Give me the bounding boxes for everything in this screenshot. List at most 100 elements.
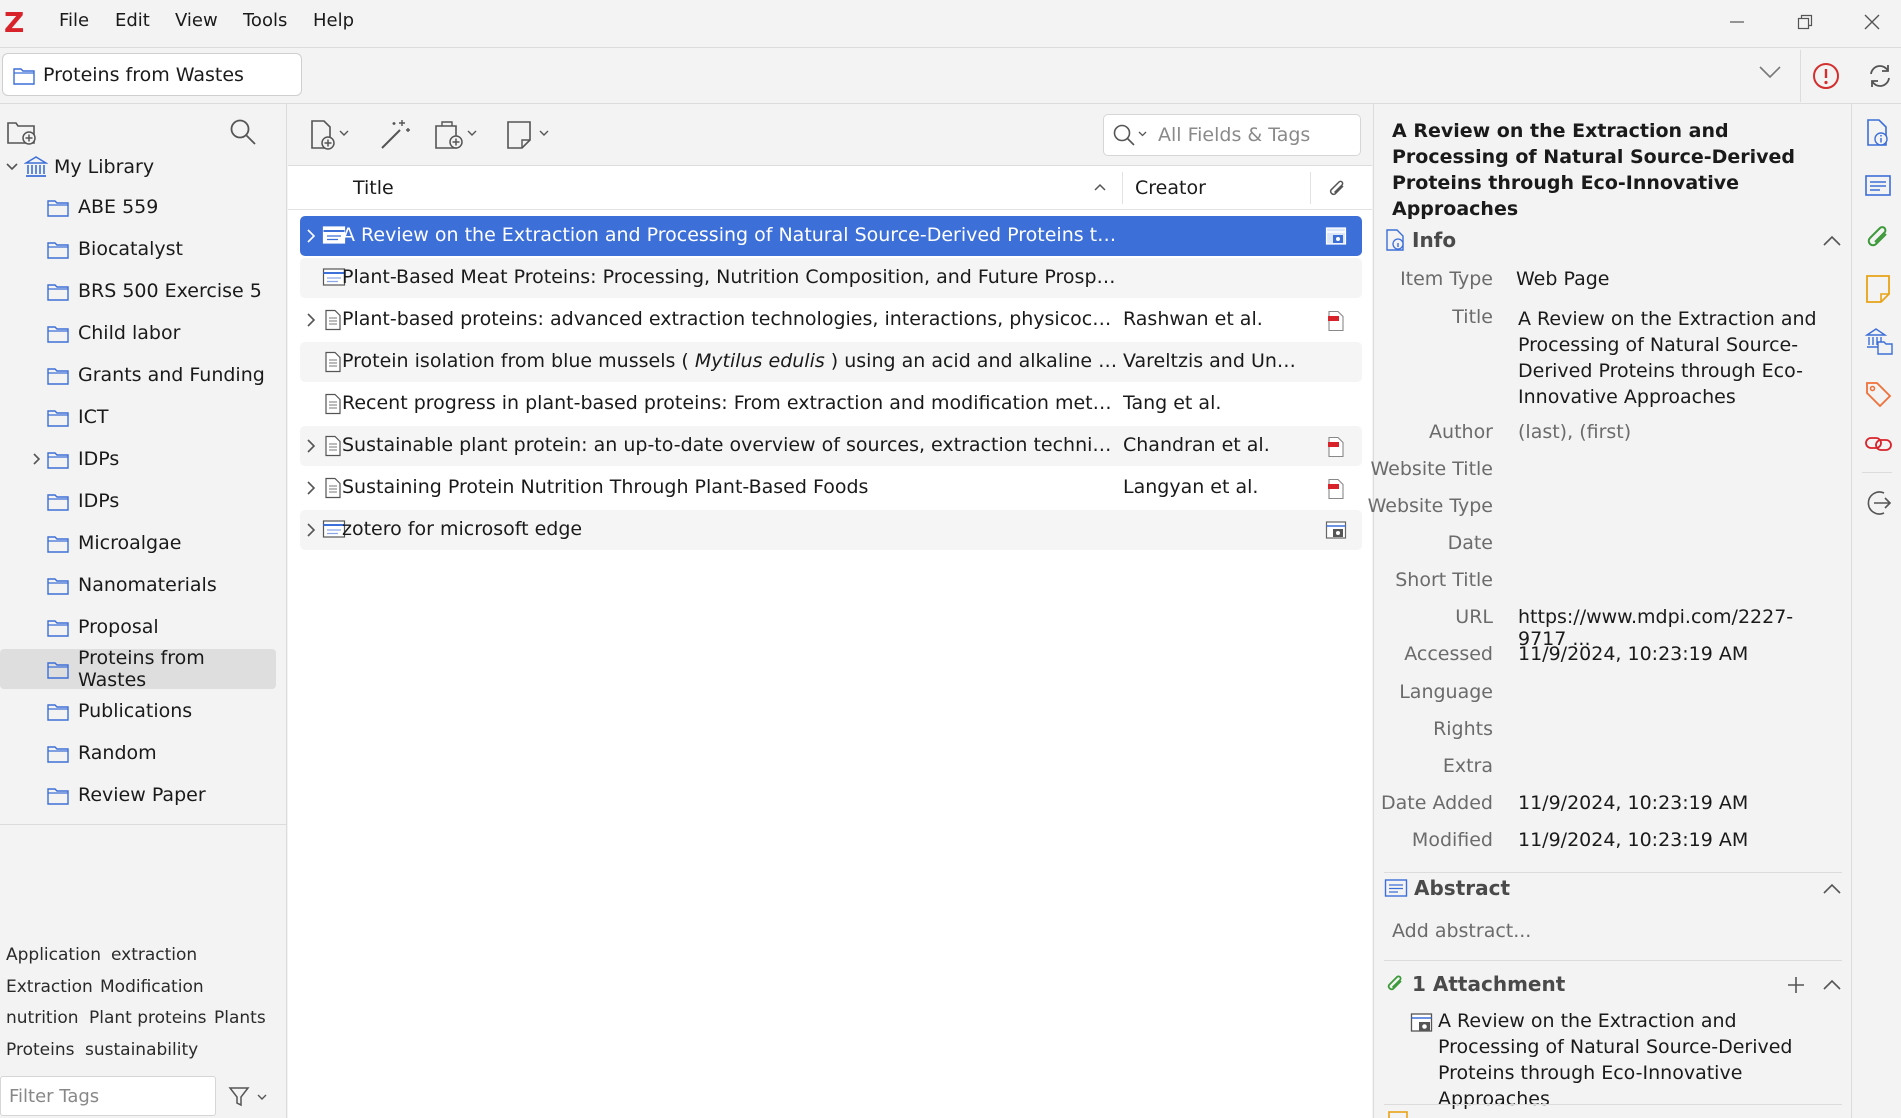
- restore-button[interactable]: [1776, 0, 1834, 44]
- search-input[interactable]: All Fields & Tags: [1103, 114, 1361, 156]
- folder-icon-wrap: [47, 239, 69, 259]
- tag-item[interactable]: Plants: [214, 1008, 266, 1028]
- collection-row[interactable]: ABE 559: [0, 187, 276, 227]
- sync-error-button[interactable]: [1812, 62, 1840, 90]
- chevron-right-icon[interactable]: [304, 438, 318, 454]
- collection-row[interactable]: Child labor: [0, 313, 276, 353]
- item-row[interactable]: zotero for microsoft edge: [300, 510, 1362, 550]
- filter-tags-input[interactable]: Filter Tags: [0, 1076, 216, 1116]
- abstract-section-header[interactable]: Abstract: [1384, 876, 1510, 900]
- attachments-nav-icon[interactable]: [1864, 224, 1892, 252]
- collection-row[interactable]: Proteins from Wastes: [0, 647, 276, 691]
- menu-help[interactable]: Help: [313, 10, 354, 31]
- chevron-right-icon[interactable]: [304, 480, 318, 496]
- tag-item[interactable]: extraction: [111, 945, 197, 965]
- menu-edit[interactable]: Edit: [115, 10, 150, 31]
- menu-file[interactable]: File: [59, 10, 89, 31]
- collection-row[interactable]: Review Paper: [0, 775, 276, 815]
- attachment-indicator[interactable]: [1325, 310, 1347, 332]
- chevron-right-icon[interactable]: [304, 228, 318, 244]
- collection-search-button[interactable]: [229, 118, 257, 146]
- new-item-button[interactable]: [308, 118, 354, 152]
- chevron-right-icon[interactable]: [304, 312, 318, 328]
- author-field[interactable]: (last), (first): [1518, 421, 1838, 443]
- related-nav-icon[interactable]: [1864, 432, 1894, 456]
- tag-item[interactable]: Application: [6, 945, 101, 965]
- tabs-menu-button[interactable]: [1758, 64, 1782, 80]
- folder-icon: [47, 200, 69, 217]
- collection-row[interactable]: Microalgae: [0, 523, 276, 563]
- tag-actions-button[interactable]: [228, 1086, 268, 1108]
- menu-tools[interactable]: Tools: [243, 10, 287, 31]
- info-section-header[interactable]: Info: [1384, 228, 1456, 252]
- collection-row[interactable]: ICT: [0, 397, 276, 437]
- new-collection-button[interactable]: [6, 118, 38, 146]
- collection-row[interactable]: Proposal: [0, 607, 276, 647]
- item-row[interactable]: Recent progress in plant-based proteins:…: [300, 384, 1362, 424]
- item-type-value[interactable]: Web Page: [1516, 268, 1836, 290]
- attachment-indicator[interactable]: [1325, 478, 1347, 500]
- info-nav-icon[interactable]: [1864, 118, 1890, 148]
- new-note-button[interactable]: [504, 118, 554, 152]
- add-attachment-button[interactable]: [432, 118, 482, 152]
- chevron-right-icon[interactable]: [304, 522, 318, 538]
- collapse-chevron-icon[interactable]: [1822, 234, 1842, 248]
- attachments-section-header[interactable]: 1 Attachment: [1384, 972, 1565, 996]
- column-divider: [1122, 172, 1123, 204]
- my-library-row[interactable]: My Library: [0, 147, 276, 187]
- collection-row[interactable]: IDPs: [0, 439, 276, 479]
- add-by-identifier-button[interactable]: [378, 118, 412, 152]
- attachment-indicator[interactable]: [1325, 436, 1347, 458]
- author-first[interactable]: (first): [1579, 421, 1631, 443]
- paperclip-icon[interactable]: [1325, 177, 1349, 201]
- collapse-chevron-icon[interactable]: [1822, 882, 1842, 896]
- menu-view[interactable]: View: [175, 10, 218, 31]
- accessed-field[interactable]: 11/9/2024, 10:23:19 AM: [1518, 643, 1838, 665]
- tab-library[interactable]: Proteins from Wastes: [2, 53, 302, 96]
- tag-item[interactable]: Proteins: [6, 1040, 74, 1060]
- column-title[interactable]: Title: [353, 177, 394, 199]
- title-field[interactable]: A Review on the Extraction and Processin…: [1518, 306, 1838, 410]
- libraries-collections-nav-icon[interactable]: [1864, 326, 1894, 356]
- accessed-label: Accessed: [1404, 643, 1493, 665]
- chevron-right-icon[interactable]: [29, 451, 45, 467]
- collection-row[interactable]: Random: [0, 733, 276, 773]
- sync-button[interactable]: [1866, 62, 1894, 90]
- collection-row[interactable]: Grants and Funding: [0, 355, 276, 395]
- minimize-button[interactable]: [1708, 0, 1766, 44]
- item-row[interactable]: Sustainable plant protein: an up-to-date…: [300, 426, 1362, 466]
- tag-item[interactable]: nutrition: [6, 1008, 79, 1028]
- collapse-chevron-icon[interactable]: [1822, 978, 1842, 992]
- notes-nav-icon[interactable]: [1864, 274, 1892, 304]
- restore-icon: [1797, 14, 1813, 30]
- add-attachment-plus-icon[interactable]: [1787, 976, 1805, 994]
- tag-item[interactable]: Extraction: [6, 977, 93, 997]
- abstract-nav-icon[interactable]: [1864, 174, 1892, 198]
- collection-row[interactable]: Biocatalyst: [0, 229, 276, 269]
- collection-row[interactable]: Nanomaterials: [0, 565, 276, 605]
- collection-row[interactable]: BRS 500 Exercise 5: [0, 271, 276, 311]
- item-row[interactable]: Sustaining Protein Nutrition Through Pla…: [300, 468, 1362, 508]
- tags-nav-icon[interactable]: [1864, 380, 1892, 408]
- folder-icon: [47, 746, 69, 763]
- attachment-indicator[interactable]: [1325, 520, 1347, 540]
- author-last[interactable]: (last): [1518, 421, 1567, 443]
- item-row[interactable]: A Review on the Extraction and Processin…: [300, 216, 1362, 256]
- locate-nav-icon[interactable]: [1864, 488, 1894, 518]
- tag-item[interactable]: sustainability: [85, 1040, 198, 1060]
- abstract-field[interactable]: Add abstract...: [1392, 920, 1531, 942]
- collection-row[interactable]: Publications: [0, 691, 276, 731]
- item-row[interactable]: Plant-based proteins: advanced extractio…: [300, 300, 1362, 340]
- column-creator[interactable]: Creator: [1135, 177, 1206, 199]
- close-window-button[interactable]: [1843, 0, 1901, 44]
- attachment-indicator[interactable]: [1325, 226, 1347, 246]
- date-added-value: 11/9/2024, 10:23:19 AM: [1518, 792, 1749, 814]
- new-collection-icon: [7, 122, 36, 145]
- collection-row[interactable]: IDPs: [0, 481, 276, 521]
- tag-item[interactable]: Modification: [100, 977, 204, 997]
- item-row[interactable]: Protein isolation from blue mussels ( My…: [300, 342, 1362, 382]
- my-library-label: My Library: [54, 156, 155, 178]
- tag-item[interactable]: Plant proteins: [89, 1008, 207, 1028]
- item-row[interactable]: Plant-Based Meat Proteins: Processing, N…: [300, 258, 1362, 298]
- attachment-item[interactable]: A Review on the Extraction and Processin…: [1438, 1008, 1838, 1112]
